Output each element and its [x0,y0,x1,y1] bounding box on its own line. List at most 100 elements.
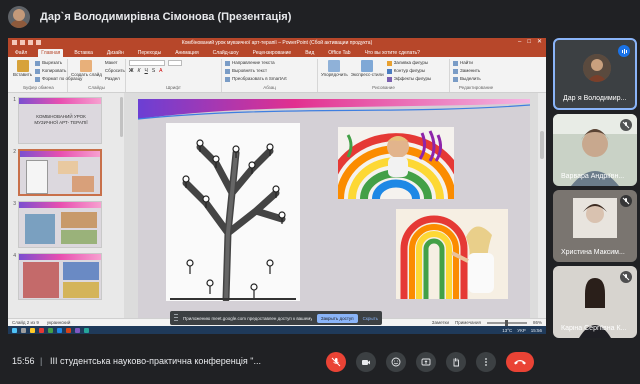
italic-icon[interactable]: К [138,68,141,74]
chrome-icon[interactable] [48,327,53,333]
presenter-title: Дар`я Володимирівна Сімонова (Презентаці… [40,11,292,23]
align-text-button[interactable]: Выровнять текст [225,68,314,74]
editing-group-label: Редактирование [458,85,494,90]
font-name-select[interactable] [129,60,165,66]
raise-hand-button[interactable] [446,352,466,372]
strikethrough-icon[interactable]: S [152,68,155,74]
language-indicator[interactable]: украинский [47,320,70,325]
raise-hand-icon [453,358,459,367]
search-icon[interactable] [21,327,26,333]
participant-tile-3[interactable]: Христина Максим... [553,190,637,262]
mic-toggle-button[interactable] [326,352,346,372]
tab-design[interactable]: Дизайн [104,49,127,57]
find-button[interactable]: Найти [453,60,499,66]
tab-review[interactable]: Рецензирование [250,49,295,57]
clipboard-group: Вставить Вырезать Копировать Формат по о… [10,59,82,92]
font-size-select[interactable] [168,60,182,66]
layout-button[interactable]: Макет [105,60,125,66]
ribbon-tabs: Файл Главная Вставка Дизайн Переходы Ани… [8,48,546,57]
window-controls[interactable]: – □ ✕ [518,39,542,46]
tab-transitions[interactable]: Переходы [135,49,164,57]
mic-off-icon [331,357,341,367]
notes-button[interactable]: Заметки [432,320,449,325]
telegram-icon[interactable] [84,327,89,333]
keyboard-layout[interactable]: УКР [517,328,525,333]
powerpoint-icon[interactable] [66,327,71,333]
presenter-header: Дар`я Володимирівна Сімонова (Презентаці… [0,0,640,34]
comments-button[interactable]: Примечания [455,320,481,325]
hide-banner-button[interactable]: Скрыть [363,316,378,321]
quick-styles-button[interactable]: Экспресс-стили [351,60,384,82]
thumbnail-scrollbar[interactable] [120,97,123,137]
bold-icon[interactable]: Ж [129,68,134,74]
replace-button[interactable]: Заменить [453,68,499,74]
tab-home[interactable]: Главная [38,49,64,57]
speaking-indicator-icon [618,45,630,57]
tell-me-search[interactable]: Что вы хотите сделать? [362,49,423,57]
tab-slideshow[interactable]: Слайд-шоу [210,49,242,57]
arrange-button[interactable]: Упорядочить [321,60,348,82]
maximize-icon[interactable]: □ [527,39,531,46]
zoom-slider[interactable] [486,319,527,326]
present-button[interactable] [416,352,436,372]
camera-toggle-button[interactable] [356,352,376,372]
shape-outline-button[interactable]: Контур фигуры [386,68,432,74]
weather-temp[interactable]: 13°C [502,328,512,333]
mic-off-icon [620,271,632,283]
word-icon[interactable] [57,327,62,333]
underline-icon[interactable]: Ч [144,68,147,74]
participant-tile-4[interactable]: Каріна Сергіївна К... [553,266,637,338]
mic-off-icon [620,195,632,207]
taskbar-clock[interactable]: 15:56 [531,328,542,333]
convert-smartart-button[interactable]: Преобразовать в SmartArt [225,76,314,82]
thumbnail-4[interactable]: 4 [10,253,122,300]
reactions-button[interactable] [386,352,406,372]
tab-animations[interactable]: Анимация [172,49,201,57]
more-options-button[interactable] [476,352,496,372]
folder-icon[interactable] [30,327,35,333]
shape-fill-button[interactable]: Заливка фигуры [386,60,432,66]
select-button[interactable]: Выделить [453,76,499,82]
participant-tile-2[interactable]: Варвара Андріївн... [553,114,637,186]
slides-group: Создать слайд Макет Сбросить Раздел Слай… [68,59,126,92]
drawing-group: Упорядочить Экспресс-стили Заливка фигур… [318,59,450,92]
font-color-icon[interactable]: A [159,68,162,74]
drag-handle-icon[interactable] [174,314,178,322]
paste-button[interactable]: Вставить [13,60,32,82]
reset-button[interactable]: Сбросить [105,68,125,74]
current-slide[interactable] [138,99,530,319]
stop-sharing-button[interactable]: Закрыть доступ [316,313,358,323]
close-icon[interactable]: ✕ [537,39,542,46]
new-slide-button[interactable]: Создать слайд [71,60,102,82]
ppt-titlebar: Комбінований урок мувзичної арт-терапії … [8,38,546,48]
emoji-icon [391,357,401,367]
paragraph-group-label: Абзац [263,85,276,90]
minimize-icon[interactable]: – [518,39,521,46]
participant-name: Христина Максим... [561,249,625,256]
tab-file[interactable]: Файл [12,49,30,57]
thumbnail-1-title: КОМБІНОВАНИЙ УРОК МУЗИЧНОЇ АРТ- ТЕРАПІЇ [34,114,88,125]
quick-access-toolbar[interactable] [12,40,41,45]
zoom-level[interactable]: 86% [533,320,542,325]
participant-avatar [583,54,611,82]
section-button[interactable]: Раздел [105,76,125,82]
clipboard-group-label: Буфер обмена [23,85,54,90]
windows-taskbar: 13°C УКР 15:56 [8,326,546,334]
text-direction-button[interactable]: Направление текста [225,60,314,66]
thumbnail-1[interactable]: 1 КОМБІНОВАНИЙ УРОК МУЗИЧНОЇ АРТ- ТЕРАПІ… [10,97,122,144]
tab-office-tab[interactable]: Office Tab [325,49,353,57]
leave-call-button[interactable] [506,352,534,372]
shape-effects-button[interactable]: Эффекты фигуры [386,76,431,82]
opera-icon[interactable] [39,327,44,333]
participant-tile-1[interactable]: Дар`я Володимир... [553,38,637,110]
tab-view[interactable]: Вид [302,49,317,57]
replace-icon [453,68,458,74]
slide-scrollbar[interactable] [538,93,546,318]
thumbnail-2[interactable]: 2 [10,149,122,196]
participant-name: Дар`я Володимир... [563,95,627,102]
google-meet-window: Дар`я Володимирівна Сімонова (Презентаці… [0,0,640,384]
tab-insert[interactable]: Вставка [71,49,96,57]
thumbnail-3[interactable]: 3 [10,201,122,248]
viber-icon[interactable] [75,327,80,333]
start-icon[interactable] [12,327,17,333]
